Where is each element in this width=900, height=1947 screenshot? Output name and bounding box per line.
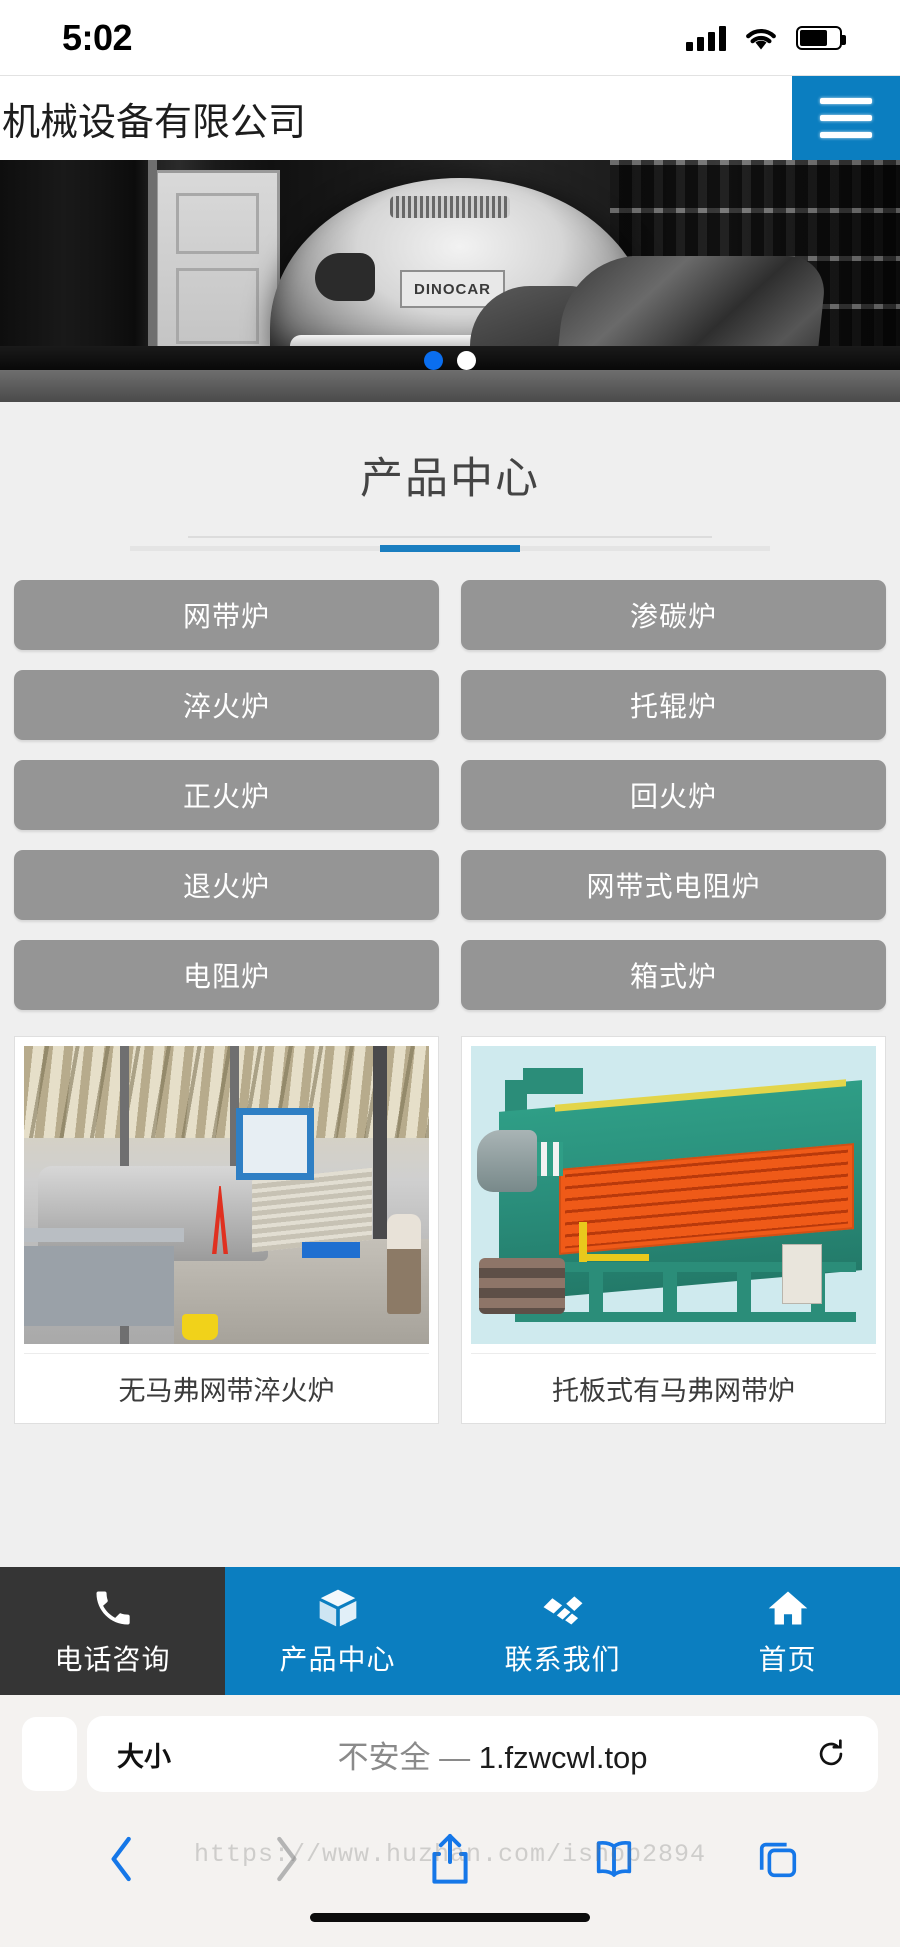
address-bar-row: 大小 不安全 — 1.fzwcwl.top: [0, 1695, 900, 1813]
box-icon: [316, 1584, 360, 1632]
product-image: [471, 1046, 876, 1344]
product-card[interactable]: 托板式有马弗网带炉: [461, 1036, 886, 1424]
home-indicator[interactable]: [0, 1905, 900, 1947]
category-label: 电阻炉: [182, 961, 270, 992]
status-time: 5:02: [62, 16, 133, 58]
category-button[interactable]: 淬火炉: [14, 670, 439, 740]
product-image: [24, 1046, 429, 1344]
category-button[interactable]: 退火炉: [14, 850, 439, 920]
product-caption: 无马弗网带淬火炉: [24, 1353, 429, 1423]
status-bar: 5:02: [0, 0, 900, 75]
watermark-text: https://www.huzhan.com/ishop2894: [193, 1840, 707, 1869]
bottom-nav-label: 电话咨询: [54, 1644, 171, 1675]
bottom-nav-products[interactable]: 产品中心: [225, 1567, 450, 1695]
status-indicators: [686, 25, 846, 51]
carousel-dots[interactable]: [0, 351, 900, 370]
phone-icon: [91, 1584, 135, 1632]
product-caption: 托板式有马弗网带炉: [471, 1353, 876, 1423]
bottom-nav-phone[interactable]: 电话咨询: [0, 1567, 225, 1695]
safari-chrome: 大小 不安全 — 1.fzwcwl.top https://www.huzhan…: [0, 1695, 900, 1905]
carousel-dot-1[interactable]: [424, 351, 443, 370]
category-label: 托辊炉: [629, 691, 717, 722]
category-button[interactable]: 正火炉: [14, 760, 439, 830]
products-section: 产品中心 网带炉 渗碳炉 淬火炉 托辊炉 正火炉 回火炉 退火炉 网带式电阻炉 …: [0, 402, 900, 1567]
category-label: 网带炉: [182, 601, 270, 632]
url-text[interactable]: 不安全 — 1.fzwcwl.top: [171, 1732, 814, 1777]
carousel-dot-2[interactable]: [457, 351, 476, 370]
product-card[interactable]: 无马弗网带淬火炉: [14, 1036, 439, 1424]
section-divider: [0, 522, 900, 560]
adjacent-tab-preview[interactable]: [22, 1717, 77, 1791]
category-label: 正火炉: [182, 781, 270, 812]
battery-icon: [796, 25, 846, 50]
bottom-nav-label: 产品中心: [279, 1644, 396, 1675]
category-button[interactable]: 网带炉: [14, 580, 439, 650]
product-card-grid: 无马弗网带淬火炉 托板式有马弗网带炉: [0, 1010, 900, 1424]
home-icon: [765, 1584, 811, 1632]
category-button[interactable]: 托辊炉: [461, 670, 886, 740]
address-bar[interactable]: 大小 不安全 — 1.fzwcwl.top: [87, 1716, 878, 1792]
category-button[interactable]: 电阻炉: [14, 940, 439, 1010]
bottom-nav-label: 首页: [758, 1644, 817, 1675]
bottom-nav-contact[interactable]: 联系我们: [450, 1567, 675, 1695]
category-button[interactable]: 回火炉: [461, 760, 886, 830]
phone-screen: 5:02 机械设备有限公司 DINOCAR 产品中心 网带炉 渗碳炉 淬火炉 托…: [0, 0, 900, 1947]
category-button[interactable]: 渗碳炉: [461, 580, 886, 650]
category-button[interactable]: 箱式炉: [461, 940, 886, 1010]
section-title: 产品中心: [360, 455, 540, 503]
hamburger-menu-icon[interactable]: [792, 76, 900, 160]
wifi-icon: [744, 25, 778, 51]
security-label: 不安全: [337, 1739, 431, 1775]
reload-icon[interactable]: [814, 1737, 848, 1771]
site-header: 机械设备有限公司: [0, 75, 900, 160]
url-separator: —: [439, 1739, 471, 1775]
category-label: 退火炉: [182, 871, 270, 902]
bottom-nav-label: 联系我们: [504, 1644, 621, 1675]
category-label: 淬火炉: [182, 691, 270, 722]
category-button[interactable]: 网带式电阻炉: [461, 850, 886, 920]
url-domain: 1.fzwcwl.top: [478, 1739, 648, 1775]
category-label: 网带式电阻炉: [586, 871, 761, 902]
page-settings-button[interactable]: 大小: [117, 1735, 171, 1774]
bottom-navigation: 电话咨询 产品中心 联系我们 首页: [0, 1567, 900, 1695]
page-title: 机械设备有限公司: [2, 101, 307, 144]
category-grid: 网带炉 渗碳炉 淬火炉 托辊炉 正火炉 回火炉 退火炉 网带式电阻炉 电阻炉 箱…: [0, 566, 900, 1010]
bottom-nav-home[interactable]: 首页: [675, 1567, 900, 1695]
category-label: 箱式炉: [629, 961, 717, 992]
cellular-signal-icon: [686, 25, 726, 51]
category-label: 渗碳炉: [629, 601, 717, 632]
handshake-icon: [540, 1584, 586, 1632]
banner-carousel[interactable]: DINOCAR: [0, 160, 900, 402]
category-label: 回火炉: [629, 781, 717, 812]
